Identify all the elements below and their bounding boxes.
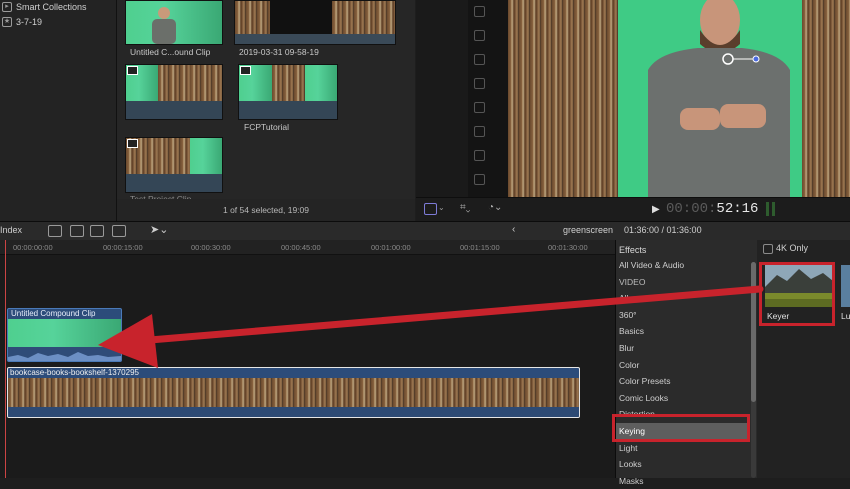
next-effect-label: Lu [841, 311, 850, 321]
timeline-index-button[interactable]: Index [0, 225, 22, 235]
transform-icon[interactable]: ⌗⌄ [460, 202, 470, 213]
clip-browser: Untitled C...ound Clip 2019-03-31 09-58-… [117, 0, 415, 221]
insert-clip-icon[interactable] [70, 225, 84, 237]
clip-thumbnail-fcptutorial[interactable] [238, 64, 338, 120]
compound-clip-icon [240, 66, 251, 75]
effects-header: Effects [619, 245, 647, 255]
effects-category-item[interactable]: Color [616, 357, 750, 373]
back-chevron-icon[interactable]: ‹ [512, 224, 515, 235]
effects-category-list: Effects All Video & Audio VIDEO All 360° Bas… [615, 240, 758, 486]
timeline-ruler[interactable]: 00:00:00:00 00:00:15:00 00:00:30:00 00:0… [0, 240, 615, 255]
compound-clip-icon [127, 139, 138, 148]
append-clip-icon[interactable] [90, 225, 104, 237]
main-clip-label: bookcase-books-bookshelf-1370295 [10, 368, 139, 377]
audio-meter [772, 202, 775, 216]
keyer-highlight-box [759, 262, 835, 326]
viewer-onscreen-controls [468, 0, 508, 198]
effects-category-item[interactable]: Masks [616, 473, 750, 489]
playhead[interactable] [5, 240, 6, 478]
sidebar-item-label: Smart Collections [16, 2, 87, 12]
four-k-only-label: 4K Only [776, 243, 809, 253]
sidebar-item-event[interactable]: ★ 3-7-19 [2, 17, 42, 27]
person-thumbnail-icon [152, 7, 176, 44]
timeline[interactable]: 00:00:00:00 00:00:15:00 00:00:30:00 00:0… [0, 240, 615, 478]
sidebar-item-label: 3-7-19 [16, 17, 43, 27]
position-onscreen-control[interactable] [721, 52, 761, 66]
project-name: greenscreen [563, 225, 614, 235]
four-k-only-checkbox[interactable] [763, 244, 773, 254]
background-video-clip[interactable]: bookcase-books-bookshelf-1370295 [7, 367, 580, 418]
effects-scrollbar[interactable] [751, 262, 756, 478]
clip-label: 2019-03-31 09-58-19 [239, 47, 319, 57]
compound-clip-audio-waveform [8, 347, 121, 361]
main-clip-audio-lane [8, 407, 579, 417]
effects-category-item[interactable]: Basics [616, 323, 750, 339]
clip-thumbnail-multicam[interactable] [125, 64, 223, 120]
viewer-frame[interactable] [508, 0, 850, 198]
star-event-icon: ★ [2, 17, 12, 27]
play-icon[interactable]: ▶ [652, 204, 660, 215]
viewer-toolbar: ⌄ ⌗⌄ ◔⌄ ▶ 00:00:52:16 [416, 197, 850, 221]
compound-clip-filmstrip [8, 319, 121, 347]
effects-category-item[interactable]: 360° [616, 307, 750, 323]
compound-clip-icon [127, 66, 138, 75]
viewer: ⌄ ⌗⌄ ◔⌄ ▶ 00:00:52:16 [416, 0, 850, 221]
person-figure [648, 0, 790, 198]
keying-highlight-box [612, 414, 750, 442]
sidebar-item-smart-collections[interactable]: ▸ Smart Collections [2, 2, 87, 12]
view-options-icon[interactable] [424, 203, 437, 215]
clip-thumbnail-compound[interactable] [125, 0, 223, 45]
browser-selection-status: 1 of 54 selected, 19:09 [117, 199, 415, 221]
compound-clip-label: Untitled Compound Clip [11, 309, 96, 318]
ruler-tick: 00:00:30:00 [191, 243, 231, 252]
effects-category-item[interactable]: Blur [616, 340, 750, 356]
ruler-tick: 00:01:30:00 [548, 243, 588, 252]
effects-category-item[interactable]: Comic Looks [616, 390, 750, 406]
connect-clip-icon[interactable] [48, 225, 62, 237]
clip-thumbnail-recording[interactable] [234, 0, 396, 45]
speed-icon[interactable]: ◔⌄ [488, 202, 502, 213]
compound-clip[interactable]: Untitled Compound Clip [7, 308, 122, 362]
clip-thumbnail-test-project[interactable] [125, 137, 223, 193]
effects-category-item[interactable]: Color Presets [616, 373, 750, 389]
ruler-tick: 00:00:45:00 [281, 243, 321, 252]
playhead-timecode: 00:00:52:16 [666, 201, 759, 217]
project-duration: 01:36:00 / 01:36:00 [624, 225, 702, 235]
folder-icon: ▸ [2, 2, 12, 12]
effects-section-heading: VIDEO [619, 276, 646, 287]
bookshelf-image [508, 0, 618, 198]
clip-label: Untitled C...ound Clip [130, 47, 211, 57]
timeline-toolbar: Index ➤⌄ ‹ greenscreen [0, 221, 615, 241]
ruler-tick: 00:00:00:00 [13, 243, 53, 252]
audio-meter [766, 202, 769, 216]
effects-category-item[interactable]: All Video & Audio [616, 257, 750, 273]
next-effect-thumbnail[interactable] [841, 265, 850, 307]
effects-category-item[interactable]: Looks [616, 456, 750, 472]
ruler-tick: 00:01:00:00 [371, 243, 411, 252]
clip-label: FCPTutorial [244, 122, 290, 132]
select-tool-icon[interactable]: ➤⌄ [150, 223, 168, 236]
main-clip-filmstrip [8, 378, 579, 407]
chevron-down-icon[interactable]: ⌄ [438, 203, 445, 212]
ruler-tick: 00:01:15:00 [460, 243, 500, 252]
effects-category-item[interactable]: All [616, 290, 750, 306]
ruler-tick: 00:00:15:00 [103, 243, 143, 252]
library-sidebar: ▸ Smart Collections ★ 3-7-19 [0, 0, 117, 221]
bookshelf-image [802, 0, 850, 198]
overwrite-clip-icon[interactable] [112, 225, 126, 237]
effects-toolbar: 01:36:00 / 01:36:00 [615, 221, 850, 241]
